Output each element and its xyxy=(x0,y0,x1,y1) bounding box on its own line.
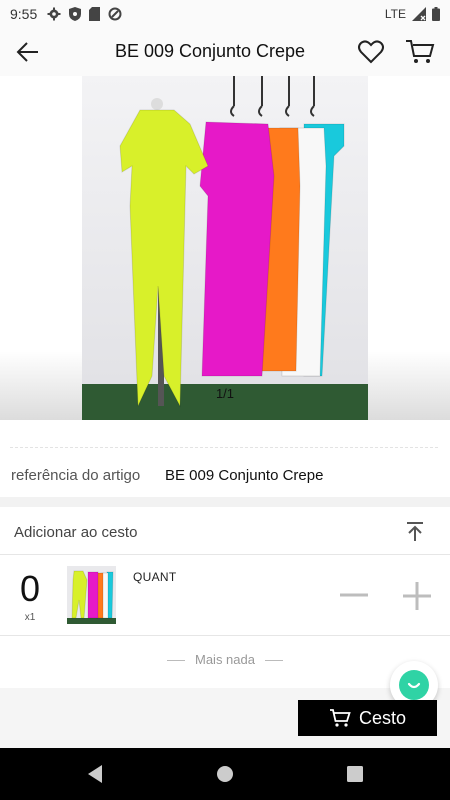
quantity-multiplier: x1 xyxy=(24,612,36,623)
battery-icon xyxy=(432,7,440,21)
shield-icon xyxy=(69,7,82,21)
signal-icon xyxy=(412,7,426,21)
decrease-quantity-button[interactable] xyxy=(338,582,370,608)
top-app-bar: BE 009 Conjunto Crepe xyxy=(0,28,450,76)
quantity-label: QUANT xyxy=(133,570,177,584)
page-title: BE 009 Conjunto Crepe xyxy=(114,41,306,61)
cart-icon[interactable] xyxy=(405,38,435,66)
increase-quantity-button[interactable] xyxy=(401,580,433,612)
status-bar: 9:55 LTE xyxy=(0,0,450,28)
reference-value: BE 009 Conjunto Crepe xyxy=(165,466,324,484)
network-label: LTE xyxy=(384,7,406,21)
divider-left xyxy=(167,660,185,662)
add-to-basket-header: Adicionar ao cesto xyxy=(0,507,450,555)
image-counter: 1/1 xyxy=(215,386,235,401)
sync-icon xyxy=(108,7,122,21)
basket-button[interactable]: Cesto xyxy=(298,700,437,736)
nav-home-icon[interactable] xyxy=(216,764,234,784)
quantity-value: 0 xyxy=(19,568,41,609)
nav-recents-icon[interactable] xyxy=(346,764,364,784)
garment-2 xyxy=(199,121,275,377)
basket-button-label: Cesto xyxy=(358,707,407,728)
divider-right xyxy=(264,660,283,662)
status-time: 9:55 xyxy=(10,6,38,22)
back-arrow-icon[interactable] xyxy=(14,38,42,66)
garment-2 xyxy=(87,571,99,619)
sd-card-icon xyxy=(89,7,101,21)
nav-back-icon[interactable] xyxy=(86,764,104,784)
product-screen: 9:55 LTE BE 009 Conjunto Crepe 1/1 refer… xyxy=(0,0,450,800)
collapse-up-icon[interactable] xyxy=(404,521,426,543)
chat-icon xyxy=(399,670,429,700)
gear-icon xyxy=(47,7,61,21)
system-nav-bar xyxy=(0,748,450,800)
product-photo[interactable] xyxy=(82,76,368,420)
garment-1 xyxy=(71,570,88,619)
add-to-basket-title: Adicionar ao cesto xyxy=(14,524,138,541)
cart-icon xyxy=(329,709,351,727)
basket-item-row: 0 x1 QUANT xyxy=(0,556,450,636)
product-gallery[interactable]: 1/1 xyxy=(0,76,450,420)
status-icons xyxy=(47,7,122,21)
garments-illustration xyxy=(119,76,345,408)
reference-label: referência do artigo xyxy=(11,466,141,484)
nothing-more-text: Mais nada xyxy=(195,652,255,667)
product-thumbnail xyxy=(67,566,116,624)
divider xyxy=(10,447,438,448)
status-right: LTE xyxy=(385,7,440,21)
reference-row: referência do artigo BE 009 Conjunto Cre… xyxy=(0,455,450,495)
section-gap xyxy=(0,497,450,507)
garment-1 xyxy=(119,109,209,408)
end-of-list: Mais nada xyxy=(0,652,450,667)
heart-icon[interactable] xyxy=(357,38,385,66)
